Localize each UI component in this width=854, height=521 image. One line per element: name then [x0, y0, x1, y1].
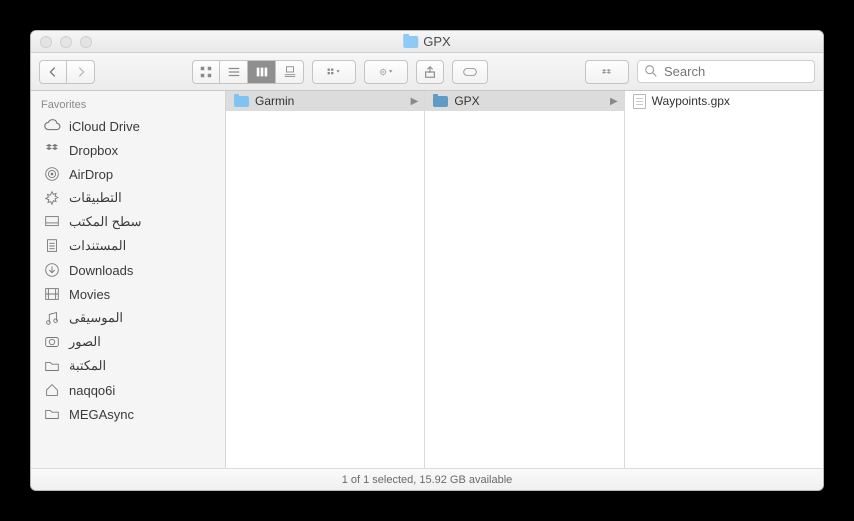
dropbox-icon [43, 141, 61, 159]
home-icon [43, 381, 61, 399]
sidebar-item-label: Movies [69, 287, 110, 302]
folder-icon [403, 36, 418, 48]
minimize-icon[interactable] [60, 36, 72, 48]
status-bar: 1 of 1 selected, 15.92 GB available [31, 468, 823, 490]
list-item[interactable]: Garmin ▶ [226, 91, 424, 111]
body: Favorites iCloud Drive Dropbox AirDrop ا… [31, 91, 823, 468]
sidebar-item-label: Downloads [69, 263, 133, 278]
action-button[interactable] [364, 60, 408, 84]
traffic-lights [31, 36, 92, 48]
close-icon[interactable] [40, 36, 52, 48]
sidebar-item-home[interactable]: naqqo6i [31, 378, 225, 402]
icon-view-button[interactable] [192, 60, 220, 84]
share-button[interactable] [416, 60, 444, 84]
arrange-button[interactable] [312, 60, 356, 84]
list-item[interactable]: GPX ▶ [425, 91, 623, 111]
sidebar: Favorites iCloud Drive Dropbox AirDrop ا… [31, 91, 226, 468]
documents-icon [43, 237, 61, 255]
search-input[interactable] [637, 60, 815, 83]
search-field[interactable] [637, 60, 815, 83]
title-text: GPX [423, 34, 450, 49]
folder-icon [234, 96, 249, 107]
column-view-button[interactable] [248, 60, 276, 84]
zoom-icon[interactable] [80, 36, 92, 48]
pictures-icon [43, 333, 61, 351]
sidebar-item-library[interactable]: المكتبة [31, 354, 225, 378]
back-button[interactable] [39, 60, 67, 84]
sidebar-item-label: المستندات [69, 238, 126, 254]
chevron-right-icon: ▶ [610, 96, 618, 107]
music-icon [43, 309, 61, 327]
sidebar-item-label: Dropbox [69, 143, 118, 158]
titlebar: GPX [31, 31, 823, 53]
sidebar-item-downloads[interactable]: Downloads [31, 258, 225, 282]
sidebar-item-documents[interactable]: المستندات [31, 234, 225, 258]
sidebar-item-icloud[interactable]: iCloud Drive [31, 114, 225, 138]
sidebar-item-label: الصور [69, 334, 101, 350]
item-name: Waypoints.gpx [652, 94, 817, 108]
chevron-right-icon: ▶ [411, 96, 419, 107]
search-icon [644, 64, 658, 83]
sidebar-item-label: MEGAsync [69, 407, 134, 422]
tags-button[interactable] [452, 60, 488, 84]
coverflow-view-button[interactable] [276, 60, 304, 84]
column-1[interactable]: GPX ▶ [425, 91, 624, 468]
dropbox-button[interactable] [585, 60, 629, 84]
column-0[interactable]: Garmin ▶ [226, 91, 425, 468]
forward-button[interactable] [67, 60, 95, 84]
sidebar-item-music[interactable]: الموسيقى [31, 306, 225, 330]
sidebar-item-label: iCloud Drive [69, 119, 140, 134]
window-title: GPX [403, 34, 450, 49]
finder-window: GPX [30, 30, 824, 491]
sidebar-header: Favorites [31, 95, 225, 114]
column-2[interactable]: Waypoints.gpx [625, 91, 823, 468]
nav-buttons [39, 60, 95, 84]
sidebar-item-airdrop[interactable]: AirDrop [31, 162, 225, 186]
columns-view: Garmin ▶ GPX ▶ Waypoints.gpx [226, 91, 823, 468]
cloud-icon [43, 117, 61, 135]
desktop-icon [43, 213, 61, 231]
sidebar-item-pictures[interactable]: الصور [31, 330, 225, 354]
file-icon [633, 94, 646, 109]
sidebar-item-dropbox[interactable]: Dropbox [31, 138, 225, 162]
status-text: 1 of 1 selected, 15.92 GB available [342, 474, 513, 486]
sidebar-item-label: الموسيقى [69, 310, 123, 326]
toolbar [31, 53, 823, 91]
sidebar-item-label: التطبيقات [69, 190, 122, 206]
sidebar-item-desktop[interactable]: سطح المكتب [31, 210, 225, 234]
sidebar-item-label: سطح المكتب [69, 214, 142, 230]
sidebar-item-megasync[interactable]: MEGAsync [31, 402, 225, 426]
view-mode [192, 60, 304, 84]
sidebar-item-label: AirDrop [69, 167, 113, 182]
item-name: GPX [454, 94, 604, 108]
airdrop-icon [43, 165, 61, 183]
sidebar-item-movies[interactable]: Movies [31, 282, 225, 306]
list-item[interactable]: Waypoints.gpx [625, 91, 823, 111]
downloads-icon [43, 261, 61, 279]
movies-icon [43, 285, 61, 303]
folder-icon [43, 405, 61, 423]
sidebar-item-label: المكتبة [69, 358, 106, 374]
sidebar-item-label: naqqo6i [69, 383, 115, 398]
item-name: Garmin [255, 94, 405, 108]
applications-icon [43, 189, 61, 207]
sidebar-item-applications[interactable]: التطبيقات [31, 186, 225, 210]
list-view-button[interactable] [220, 60, 248, 84]
folder-icon [433, 96, 448, 107]
folder-icon [43, 357, 61, 375]
